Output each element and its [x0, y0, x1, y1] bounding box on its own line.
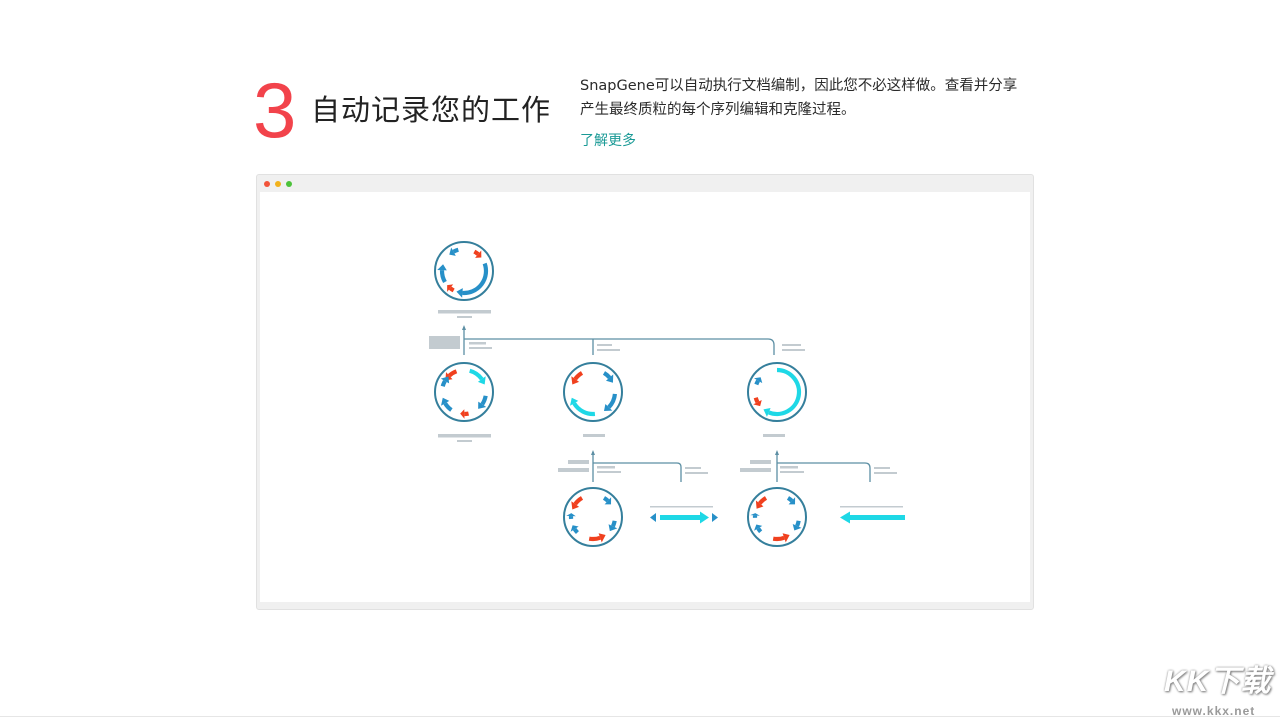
plasmid-feature-arc — [756, 527, 763, 534]
linear-fragment-arrowhead — [700, 511, 709, 524]
label-placeholder — [685, 472, 708, 474]
linear-fragment-arrowhead — [840, 511, 850, 524]
label-placeholder — [583, 434, 605, 437]
history-view — [260, 192, 1030, 602]
plasmid-feature-arc — [452, 247, 459, 254]
label-placeholder — [438, 310, 491, 314]
fragment-label-placeholder — [650, 506, 713, 508]
enzyme-label-placeholder — [558, 468, 589, 472]
label-placeholder — [469, 347, 492, 349]
site-watermark: KK下载 www.kkx.net — [1162, 662, 1280, 720]
label-placeholder — [780, 466, 798, 469]
label-placeholder — [469, 342, 486, 345]
linear-fragment-end — [712, 513, 718, 522]
tree-arrow-marker — [591, 450, 595, 455]
enzyme-label-placeholder — [740, 468, 771, 472]
plasmid-feature-arc — [754, 379, 760, 386]
label-placeholder — [457, 316, 472, 318]
learn-more-link[interactable]: 了解更多 — [580, 130, 636, 152]
label-placeholder — [597, 349, 620, 351]
plasmid-feature-arc — [611, 520, 617, 528]
fragment-label-placeholder — [840, 506, 903, 508]
tree-arrow-marker — [775, 450, 779, 455]
plasmid-feature-arc — [588, 535, 601, 542]
watermark-logo-text: KK下载 — [1164, 665, 1272, 698]
plasmid-feature-arc — [473, 249, 480, 256]
step-number: 3 — [253, 66, 297, 154]
label-placeholder — [874, 472, 897, 474]
browser-window-mockup — [256, 174, 1034, 610]
plasmid-feature-arc — [440, 379, 447, 387]
label-placeholder — [780, 471, 804, 473]
label-placeholder — [597, 471, 621, 473]
label-placeholder — [438, 434, 491, 438]
window-maximize-dot-icon — [286, 181, 292, 187]
window-minimize-dot-icon — [275, 181, 281, 187]
plasmid-feature-arc — [602, 496, 610, 503]
plasmid-feature-arc — [786, 496, 794, 503]
linear-fragment-icon — [848, 515, 905, 520]
label-placeholder — [874, 467, 890, 469]
enzyme-label-placeholder — [568, 460, 589, 464]
feature-title: 自动记录您的工作 — [311, 93, 552, 127]
enzyme-label-placeholder — [429, 336, 460, 349]
plasmid-feature-arc — [795, 520, 801, 527]
plasmid-feature-arc — [572, 527, 579, 535]
label-placeholder — [763, 434, 785, 437]
page-bottom-divider — [0, 716, 1280, 717]
label-placeholder — [597, 466, 615, 469]
enzyme-label-placeholder — [750, 460, 771, 464]
plasmid-feature-arc — [753, 397, 760, 404]
window-title-bar — [257, 175, 1033, 192]
tree-arrow-marker — [462, 325, 466, 330]
plasmid-feature-arc — [448, 286, 455, 293]
linear-fragment-end — [650, 513, 656, 522]
label-placeholder — [782, 349, 805, 351]
tree-connector — [464, 338, 775, 355]
label-placeholder — [597, 344, 612, 346]
window-close-dot-icon — [264, 181, 270, 187]
label-placeholder — [685, 467, 701, 469]
label-placeholder — [782, 344, 801, 346]
label-placeholder — [457, 440, 472, 442]
cloning-history-diagram — [429, 241, 905, 547]
feature-description: SnapGene可以自动执行文档编制，因此您不必这样做。查看并分享产生最终质粒的… — [580, 78, 1018, 118]
linear-fragment-icon — [660, 515, 700, 520]
plasmid-feature-arc — [772, 535, 785, 542]
